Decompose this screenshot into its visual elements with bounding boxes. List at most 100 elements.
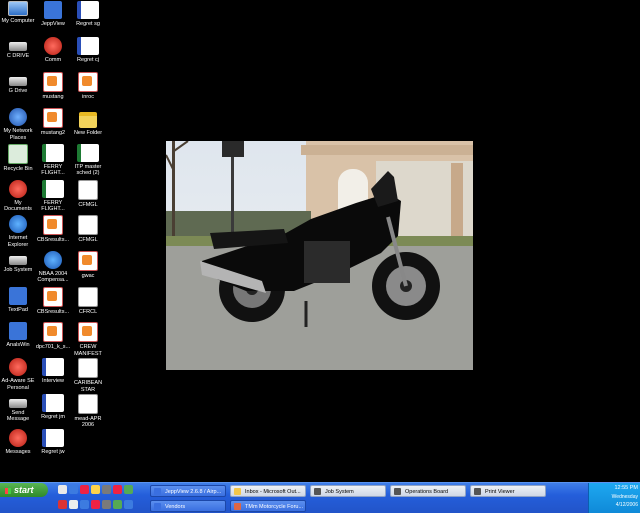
image-file-icon — [43, 72, 63, 93]
desktop-icon-34[interactable]: Regret jm — [35, 393, 71, 421]
desktop-icon-7[interactable]: mustang — [35, 72, 71, 101]
pdf-doc-icon — [43, 286, 63, 307]
desktop-icon-label: CREW MANIFEST — [74, 344, 102, 357]
desktop-icon-33[interactable]: Send Message — [0, 394, 36, 423]
quick-launch-icon[interactable] — [69, 500, 78, 509]
wallpaper-motorcycle-photo — [166, 141, 473, 370]
taskbar-button-5[interactable]: Vendors — [150, 500, 226, 512]
clock-time[interactable]: 12:55 PM — [614, 485, 638, 491]
quick-launch-icon[interactable] — [91, 485, 100, 494]
desktop-icon-11[interactable]: New Folder — [70, 108, 106, 137]
desktop-icon-label: mustang — [42, 94, 64, 101]
desktop-icon-27[interactable]: AnalsWin — [0, 322, 36, 349]
desktop-icon-20[interactable]: CFMGL — [70, 215, 106, 244]
quick-launch-icon[interactable] — [58, 485, 67, 494]
start-button[interactable]: start — [0, 483, 48, 497]
desktop-icon-label: New Folder — [73, 130, 103, 137]
quick-launch-icon[interactable] — [102, 485, 111, 494]
taskbar-button-1[interactable]: Inbox - Microsoft Out... — [230, 485, 306, 497]
desktop-icon-21[interactable]: Job System — [0, 251, 36, 274]
desktop-icon-37[interactable]: Regret jw — [35, 429, 71, 456]
desktop-icon-22[interactable]: NBAA 2004 Compensa... — [35, 250, 71, 284]
desktop-icon-28[interactable]: dpc701_k_s... — [35, 322, 71, 351]
desktop-icon-16[interactable]: FERRY FLIGHT... — [35, 179, 71, 213]
quick-launch-icon[interactable] — [113, 500, 122, 509]
internet-shortcut-icon — [44, 250, 62, 269]
quick-launch-icon[interactable] — [80, 485, 89, 494]
desktop-icon-label: FERRY FLIGHT... — [41, 163, 65, 177]
taskbar-button-0[interactable]: JeppView 2.6.8 / Airp... — [150, 485, 226, 497]
desktop-icon-14[interactable]: ITP master sched (2) — [70, 143, 106, 177]
taskbar-button-label: Print Viewer — [485, 489, 515, 495]
job-system-task-icon — [314, 488, 321, 495]
desktop-icon-label: CBSresults... — [36, 237, 70, 244]
desktop-icon-4[interactable]: Comm — [35, 36, 71, 64]
desktop-icon-13[interactable]: FERRY FLIGHT... — [35, 143, 71, 177]
desktop-icon-29[interactable]: CREW MANIFEST — [70, 322, 106, 357]
desktop-icon-35[interactable]: mead-APR 2006 — [70, 393, 106, 429]
desktop-icon-24[interactable]: TextPad — [0, 286, 36, 314]
word-doc-icon — [77, 36, 99, 55]
desktop-icon-label: My Network Places — [3, 128, 33, 141]
desktop-icon-31[interactable]: Interview — [35, 358, 71, 385]
quick-launch-icon[interactable] — [124, 500, 133, 509]
desktop-icon-32[interactable]: CARIBEAN STAR — [70, 358, 106, 393]
desktop-icon-12[interactable]: Recycle Bin — [0, 143, 36, 173]
taskbar-button-2[interactable]: Job System — [310, 485, 386, 497]
taskbar-button-4[interactable]: Print Viewer — [470, 485, 546, 497]
desktop-icon-8[interactable]: inroc — [70, 72, 106, 101]
quick-launch-icon[interactable] — [58, 500, 67, 509]
send-message-icon — [9, 398, 27, 408]
taskbar-button-label: TMm Motorcycle Foru... — [245, 504, 304, 510]
desktop-icon-label: dpc701_k_s... — [35, 344, 71, 351]
desktop-icon-5[interactable]: Regret cj — [70, 36, 106, 64]
desktop-icon-6[interactable]: G Drive — [0, 72, 36, 95]
jeppview-icon — [44, 1, 62, 19]
desktop-icon-18[interactable]: Internet Explorer — [0, 215, 36, 248]
desktop-icon-label: Regret sg — [76, 21, 100, 27]
desktop-icon-10[interactable]: mustang2 — [35, 108, 71, 137]
vendors-task-icon — [154, 503, 161, 510]
quick-launch-icon[interactable] — [91, 500, 100, 509]
document-icon — [78, 215, 98, 236]
desktop-icon-2[interactable]: Regret sg — [70, 1, 106, 28]
document-icon — [78, 358, 98, 378]
quick-launch-icon[interactable] — [80, 500, 89, 509]
desktop-icon-25[interactable]: CBSresults... — [35, 286, 71, 316]
taskbar-button-3[interactable]: Operations Board — [390, 485, 466, 497]
desktop-icon-36[interactable]: Messages — [0, 429, 36, 456]
desktop-icon-30[interactable]: Ad-Aware SE Personal — [0, 358, 36, 391]
desktop-icon-23[interactable]: gwac — [70, 250, 106, 280]
excel-doc-icon — [42, 179, 64, 198]
recycle-bin-icon — [8, 143, 28, 164]
taskbar-button-6[interactable]: TMm Motorcycle Foru... — [230, 500, 306, 512]
image-file-icon — [78, 322, 98, 343]
desktop-icon-label: NBAA 2004 Compensa... — [37, 270, 69, 284]
desktop-icon-3[interactable]: C DRIVE — [0, 37, 36, 60]
desktop-icon-label: ITP master sched (2) — [74, 163, 102, 177]
desktop-icon-19[interactable]: CBSresults... — [35, 215, 71, 244]
quick-launch-icon[interactable] — [124, 485, 133, 494]
quick-launch-icon[interactable] — [69, 485, 78, 494]
quick-launch-icon[interactable] — [113, 485, 122, 494]
desktop-icon-label: CFRCL — [78, 308, 98, 315]
desktop-icon-label: gwac — [81, 272, 95, 279]
desktop-icon-1[interactable]: JeppView — [35, 1, 71, 28]
desktop-icon-17[interactable]: CFMGL — [70, 179, 106, 209]
word-doc-icon — [42, 429, 64, 448]
my-documents-icon — [9, 179, 27, 198]
image-file-icon — [78, 72, 98, 93]
desktop-icon-label: My Computer — [1, 18, 35, 24]
desktop-icon-15[interactable]: My Documents — [0, 179, 36, 213]
quick-launch-icon[interactable] — [102, 500, 111, 509]
image-file-icon — [43, 108, 63, 129]
desktop-icon-label: C DRIVE — [6, 52, 30, 59]
browser-task-icon — [234, 503, 241, 510]
system-tray: 12:55 PM Wednesday 4/12/2006 — [588, 483, 640, 513]
desktop-icon-label: Ad-Aware SE Personal — [1, 378, 35, 391]
drive-icon — [9, 77, 27, 87]
desktop-icon-0[interactable]: My Computer — [0, 1, 36, 25]
excel-doc-icon — [77, 143, 99, 162]
desktop-icon-9[interactable]: My Network Places — [0, 108, 36, 141]
desktop-icon-26[interactable]: CFRCL — [70, 286, 106, 316]
